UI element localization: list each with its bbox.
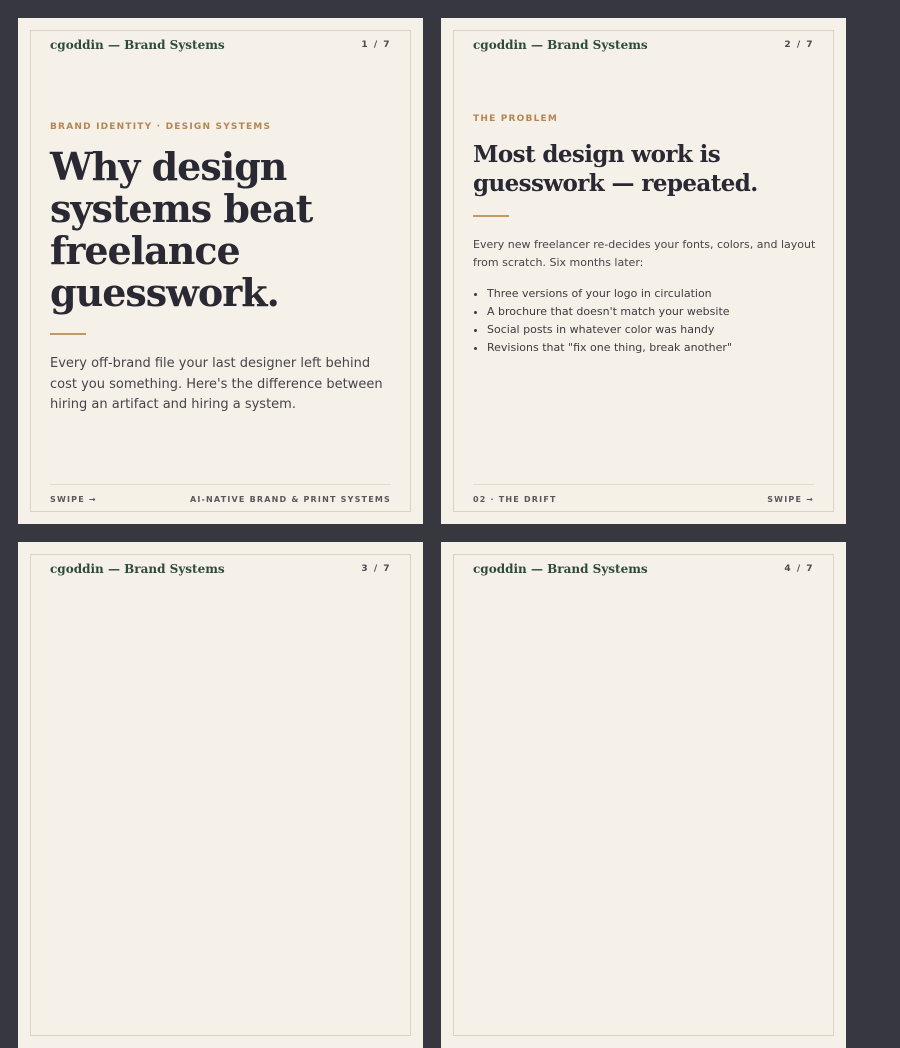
footer-left-label: 02 · THE DRIFT bbox=[473, 495, 557, 504]
footer-divider bbox=[50, 484, 391, 485]
slide-title: Most design work is guesswork — repeated… bbox=[473, 140, 758, 198]
list-item: A brochure that doesn't match your websi… bbox=[487, 303, 732, 321]
brand-name: cgoddin — Brand Systems bbox=[50, 562, 225, 576]
slide-card-2[interactable]: cgoddin — Brand Systems 2 / 7 THE PROBLE… bbox=[441, 18, 846, 524]
list-item: Revisions that "fix one thing, break ano… bbox=[487, 339, 732, 357]
footer-divider bbox=[473, 484, 814, 485]
page-number: 2 / 7 bbox=[784, 40, 814, 50]
page-number: 4 / 7 bbox=[784, 564, 814, 574]
title-line: systems beat bbox=[50, 186, 313, 231]
accent-rule bbox=[473, 215, 509, 217]
slide-body: Every new freelancer re-decides your fon… bbox=[473, 238, 816, 269]
slide-kicker: THE PROBLEM bbox=[473, 114, 559, 124]
card-frame bbox=[453, 554, 834, 1036]
slide-card-4[interactable]: cgoddin — Brand Systems 4 / 7 bbox=[441, 542, 846, 1048]
slide-card-1[interactable]: cgoddin — Brand Systems 1 / 7 BRAND IDEN… bbox=[18, 18, 423, 524]
slide-kicker: BRAND IDENTITY · DESIGN SYSTEMS bbox=[50, 122, 272, 132]
list-item: Social posts in whatever color was handy bbox=[487, 321, 732, 339]
page-number: 1 / 7 bbox=[361, 40, 391, 50]
title-line: guesswork. bbox=[50, 270, 280, 315]
brand-name: cgoddin — Brand Systems bbox=[50, 38, 225, 52]
list-item: Three versions of your logo in circulati… bbox=[487, 285, 732, 303]
brand-name: cgoddin — Brand Systems bbox=[473, 38, 648, 52]
footer-right-label: AI-NATIVE BRAND & PRINT SYSTEMS bbox=[189, 495, 391, 504]
title-line: freelance bbox=[50, 228, 241, 273]
card-frame bbox=[30, 554, 411, 1036]
title-line: Most design work is bbox=[473, 141, 721, 168]
accent-rule bbox=[50, 333, 86, 335]
title-line: Why design bbox=[50, 144, 287, 189]
title-line: guesswork — repeated. bbox=[473, 170, 758, 197]
slide-card-3[interactable]: cgoddin — Brand Systems 3 / 7 bbox=[18, 542, 423, 1048]
problem-list: Three versions of your logo in circulati… bbox=[473, 285, 732, 357]
footer-left-label: SWIPE → bbox=[50, 495, 97, 504]
brand-name: cgoddin — Brand Systems bbox=[473, 562, 648, 576]
slide-body: Every off-brand file your last designer … bbox=[50, 356, 383, 412]
footer-right-label: SWIPE → bbox=[767, 495, 814, 504]
page-number: 3 / 7 bbox=[361, 564, 391, 574]
slide-title: Why design systems beat freelance guessw… bbox=[50, 144, 313, 315]
